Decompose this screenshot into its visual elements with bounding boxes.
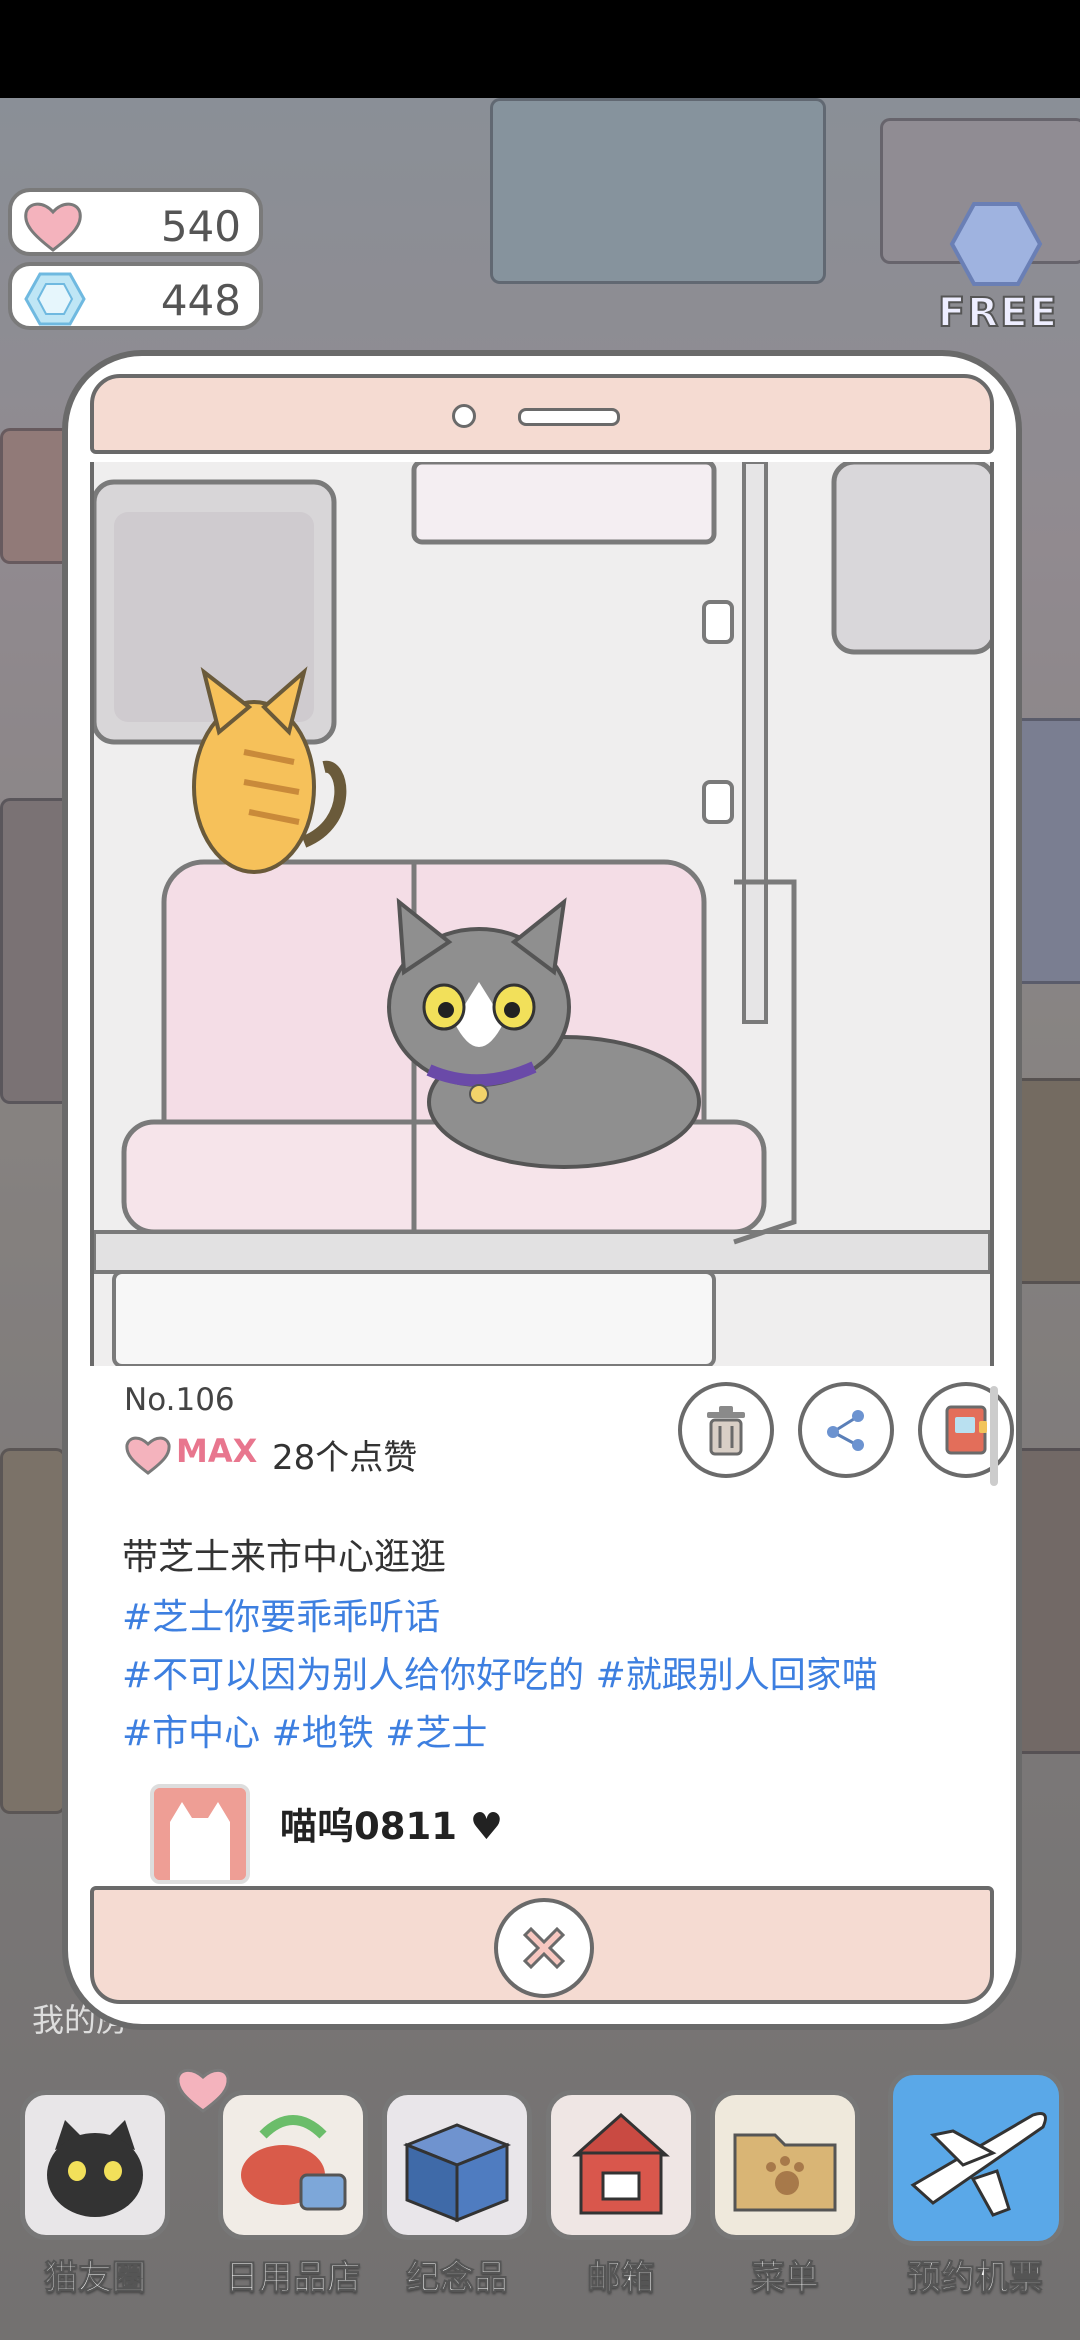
hashtag-line[interactable]: #不可以因为别人给你好吃的 #就跟别人回家喵 [122, 1646, 878, 1698]
dock-souvenir[interactable] [382, 2090, 532, 2240]
post-info: No.106 MAX 28个点赞 带芝士来市中心逛逛 #芝士你要乖乖听话 #不可… [90, 1366, 1014, 1886]
cat-friends-icon [47, 2120, 143, 2217]
free-gem-button[interactable]: FREE [920, 200, 1070, 340]
close-button[interactable] [494, 1898, 594, 1998]
dock-mailbox[interactable] [546, 2090, 696, 2240]
gem-icon [24, 272, 86, 326]
post-number: No.106 [124, 1382, 235, 1418]
photo-post-dialog: No.106 MAX 28个点赞 带芝士来市中心逛逛 #芝士你要乖乖听话 #不可… [62, 350, 1022, 2030]
scrollbar[interactable] [990, 1386, 998, 1486]
free-label: FREE [937, 289, 1059, 337]
dock-label: 日用品店 [225, 2258, 362, 2299]
phone-top-bar [90, 374, 994, 454]
author-name[interactable]: 喵呜0811 ♥ [280, 1796, 503, 1850]
hearts-counter[interactable]: 540 [8, 188, 263, 256]
hashtag-line[interactable]: #芝士你要乖乖听话 [122, 1588, 440, 1640]
photo-album-icon [945, 1405, 987, 1455]
share-icon [827, 1410, 864, 1451]
phone-bottom-bar [90, 1886, 994, 2004]
hexagon-gem-icon [949, 202, 1043, 286]
camera-icon [452, 404, 476, 428]
album-button[interactable] [918, 1382, 1014, 1478]
dock-label: 纪念品 [406, 2258, 509, 2299]
close-icon [522, 1926, 566, 1970]
gems-counter[interactable]: 448 [8, 262, 263, 330]
mailbox-icon [572, 2112, 670, 2215]
menu-folder-icon [733, 2133, 837, 2212]
dock-flight-booking[interactable] [888, 2070, 1064, 2246]
dock-menu[interactable] [710, 2090, 860, 2240]
hashtag-line[interactable]: #市中心 #地铁 #芝士 [122, 1704, 487, 1756]
dock-label: 预约机票 [907, 2258, 1044, 2299]
dock-shop[interactable] [218, 2090, 368, 2240]
gems-value: 448 [160, 276, 241, 325]
souvenir-box-icon [402, 2123, 512, 2223]
author-avatar[interactable] [150, 1784, 250, 1884]
post-photo [90, 462, 994, 1366]
trash-icon [707, 1406, 745, 1456]
heart-icon [24, 202, 82, 252]
dock-label: 邮箱 [587, 2258, 656, 2299]
shop-icon [241, 2115, 347, 2211]
share-button[interactable] [798, 1382, 894, 1478]
post-caption: 带芝士来市中心逛逛 [122, 1537, 447, 1578]
affection-level-badge: MAX [176, 1432, 258, 1470]
dock-label: 猫友圈 [44, 2258, 147, 2299]
subway-cats-illustration [94, 462, 990, 1366]
airplane-icon [910, 2112, 1047, 2217]
delete-button[interactable] [678, 1382, 774, 1478]
heart-icon [125, 1436, 171, 1475]
cat-silhouette-icon [154, 1788, 246, 1880]
speaker-icon [518, 408, 620, 426]
status-bar [0, 0, 1080, 98]
likes-count: 28个点赞 [272, 1438, 418, 1478]
dock-cat-friends[interactable] [20, 2068, 230, 2240]
dock-label: 菜单 [751, 2258, 820, 2299]
bottom-dock: 猫友圈 日用品店 纪念品 邮箱 菜单 预约机票 [0, 2050, 1080, 2340]
hearts-value: 540 [160, 202, 241, 251]
